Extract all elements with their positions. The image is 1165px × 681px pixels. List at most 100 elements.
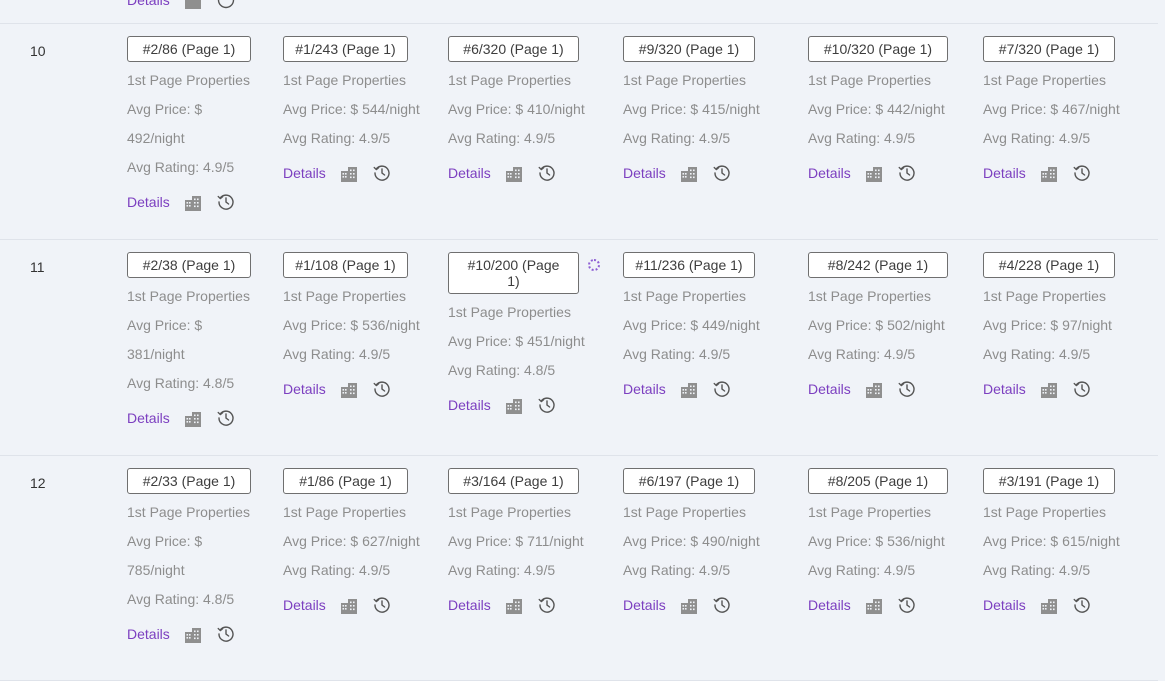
rank-badge-text: #10/320 (Page 1) (823, 41, 933, 57)
details-link[interactable]: Details (283, 597, 326, 613)
ranking-cell: #8/205 (Page 1) 1st Page Properties Avg Pr… (808, 468, 948, 614)
history-clock-icon[interactable] (713, 596, 731, 614)
building-icon[interactable] (1040, 165, 1058, 183)
history-clock-icon[interactable] (713, 380, 731, 398)
rank-badge: #6/197 (Page 1) (623, 468, 755, 494)
history-clock-icon[interactable] (538, 164, 556, 182)
history-clock-icon[interactable] (217, 625, 235, 643)
avg-rating: Avg Rating: 4.9/5 (983, 562, 1091, 578)
rank-badge-text: #3/191 (Page 1) (998, 473, 1100, 489)
avg-price: Avg Price: $ 449/night (623, 317, 760, 333)
building-icon[interactable] (184, 626, 202, 644)
details-link[interactable]: Details (808, 381, 851, 397)
details-link[interactable]: Details (808, 165, 851, 181)
avg-rating: Avg Rating: 4.9/5 (283, 346, 391, 362)
building-icon[interactable] (340, 597, 358, 615)
history-clock-icon[interactable] (373, 164, 391, 182)
rank-badge-text: #8/205 (Page 1) (827, 473, 929, 489)
history-clock-icon[interactable] (898, 380, 916, 398)
details-link[interactable]: Details (623, 381, 666, 397)
history-clock-icon[interactable] (373, 380, 391, 398)
history-clock-icon[interactable] (373, 596, 391, 614)
details-link[interactable]: Details (983, 597, 1026, 613)
avg-price: Avg Price: $ 711/night (448, 533, 584, 549)
details-link[interactable]: Details (623, 597, 666, 613)
building-icon[interactable] (1040, 381, 1058, 399)
building-icon[interactable] (505, 597, 523, 615)
rank-badge: #1/243 (Page 1) (283, 36, 408, 62)
details-link[interactable]: Details (983, 381, 1026, 397)
building-icon[interactable] (680, 381, 698, 399)
avg-rating: Avg Rating: 4.9/5 (623, 562, 731, 578)
rank-badge-text: #11/236 (Page 1) (635, 257, 743, 273)
ranking-cell: #3/164 (Page 1) 1st Page Properties Avg Pr… (448, 468, 584, 614)
history-clock-icon[interactable] (538, 596, 556, 614)
building-icon[interactable] (865, 381, 883, 399)
history-clock-icon[interactable] (217, 0, 235, 9)
details-link[interactable]: Details (283, 165, 326, 181)
avg-price: Avg Price: $ (127, 533, 203, 549)
building-icon[interactable] (505, 165, 523, 183)
building-icon[interactable] (865, 597, 883, 615)
ranking-cell: #2/86 (Page 1) 1st Page Properties Avg Pri… (127, 36, 251, 211)
rank-badge: #2/33 (Page 1) (127, 468, 251, 494)
history-clock-icon[interactable] (538, 396, 556, 414)
ranking-cell: #7/320 (Page 1) 1st Page Properties Avg Pr… (983, 36, 1120, 182)
history-clock-icon[interactable] (1073, 596, 1091, 614)
building-icon[interactable] (505, 397, 523, 415)
details-link[interactable]: Details (623, 165, 666, 181)
building-icon[interactable] (184, 0, 202, 10)
ranking-cell: #1/243 (Page 1) 1st Page Properties Avg Pr… (283, 36, 420, 182)
details-link[interactable]: Details (448, 597, 491, 613)
building-icon[interactable] (184, 194, 202, 212)
rank-badge: #10/200 (Page 1) (448, 252, 579, 294)
rank-badge-text: #1/86 (Page 1) (299, 473, 392, 489)
ranking-cell: #8/242 (Page 1) 1st Page Properties Avg Pr… (808, 252, 948, 398)
history-clock-icon[interactable] (713, 164, 731, 182)
ranking-cell: #2/38 (Page 1) 1st Page Properties Avg Pri… (127, 252, 251, 427)
details-link[interactable]: Details (127, 410, 170, 426)
details-link[interactable]: Details (127, 626, 170, 642)
rank-badge: #1/108 (Page 1) (283, 252, 408, 278)
avg-rating: Avg Rating: 4.9/5 (283, 562, 391, 578)
history-clock-icon[interactable] (217, 409, 235, 427)
details-link[interactable]: Details (448, 397, 491, 413)
avg-price: Avg Price: $ 97/night (983, 317, 1112, 333)
history-clock-icon[interactable] (898, 596, 916, 614)
avg-rating: Avg Rating: 4.9/5 (808, 562, 916, 578)
building-icon[interactable] (865, 165, 883, 183)
details-link[interactable]: Details (127, 194, 170, 210)
ranking-cell: #2/33 (Page 1) 1st Page Properties Avg Pri… (127, 468, 251, 643)
ranking-cell: #3/191 (Page 1) 1st Page Properties Avg Pr… (983, 468, 1120, 614)
avg-price: Avg Price: $ 451/night (448, 333, 585, 349)
rank-badge-text: #2/86 (Page 1) (142, 41, 236, 57)
history-clock-icon[interactable] (1073, 380, 1091, 398)
details-link[interactable]: Details (808, 597, 851, 613)
building-icon[interactable] (184, 410, 202, 428)
rank-badge-text: #9/320 (Page 1) (638, 41, 740, 57)
first-page-label: 1st Page Properties (623, 504, 746, 520)
history-clock-icon[interactable] (898, 164, 916, 182)
details-link[interactable]: Details (448, 165, 491, 181)
building-icon[interactable] (340, 165, 358, 183)
details-link[interactable]: Details (983, 165, 1026, 181)
building-icon[interactable] (680, 597, 698, 615)
loading-spinner-icon (588, 259, 600, 271)
building-icon[interactable] (680, 165, 698, 183)
details-link[interactable]: Details (283, 381, 326, 397)
details-link[interactable]: Details (127, 0, 170, 8)
avg-rating: Avg Rating: 4.9/5 (283, 130, 391, 146)
first-page-label: 1st Page Properties (808, 72, 931, 88)
rank-badge: #2/38 (Page 1) (127, 252, 251, 278)
rank-badge: #6/320 (Page 1) (448, 36, 579, 62)
building-icon[interactable] (340, 381, 358, 399)
first-page-label: 1st Page Properties (127, 504, 250, 520)
history-clock-icon[interactable] (1073, 164, 1091, 182)
rank-badge-text: #2/33 (Page 1) (142, 473, 236, 489)
rank-label: 12 (30, 475, 46, 491)
building-icon[interactable] (1040, 597, 1058, 615)
ranking-cell: #10/200 (Page 1) 1st Page Properties Avg Pr… (448, 252, 600, 414)
ranking-cell: #4/228 (Page 1) 1st Page Properties Avg Pr… (983, 252, 1115, 398)
history-clock-icon[interactable] (217, 193, 235, 211)
rank-label: 10 (30, 43, 46, 59)
